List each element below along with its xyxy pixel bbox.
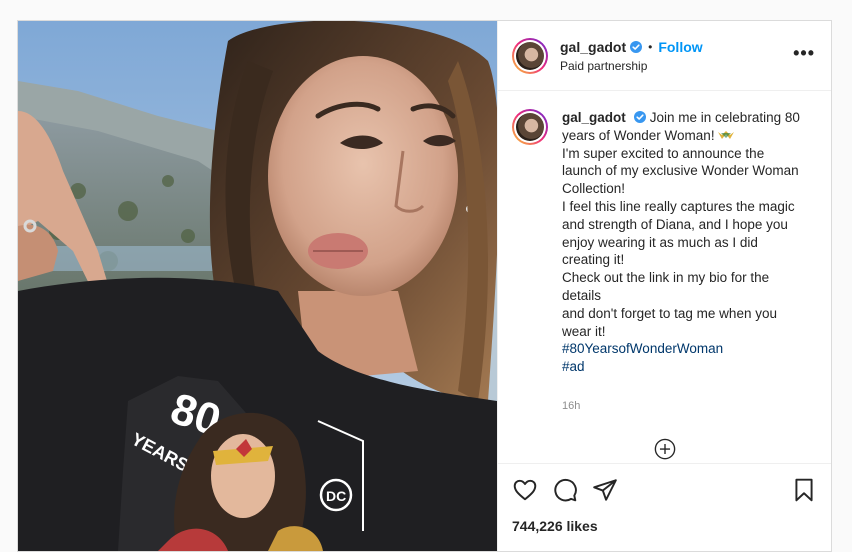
caption-avatar[interactable] (512, 109, 548, 145)
action-bar (498, 463, 831, 515)
caption-line: Join me in celebrating 80 (649, 110, 800, 125)
avatar-image (516, 41, 544, 70)
caption-line: years of Wonder Woman! (562, 127, 719, 143)
comment-icon[interactable] (552, 477, 578, 503)
post-header: gal_gadot • Follow Paid partnership ••• (498, 21, 831, 91)
caption-line: wear it! (562, 323, 606, 339)
instagram-post: 80 YEARS DC gal_gadot • Follow Paid part… (17, 20, 832, 552)
caption-line: details (562, 287, 602, 303)
hashtag-link[interactable]: #ad (562, 358, 812, 376)
paid-partnership-label[interactable]: Paid partnership (560, 59, 703, 73)
bookmark-icon[interactable] (791, 477, 817, 503)
hashtag-link[interactable]: #80YearsofWonderWoman (562, 340, 812, 358)
separator-dot: • (648, 39, 653, 54)
post-photo[interactable]: 80 YEARS DC (18, 21, 497, 551)
post-timestamp[interactable]: 16h (562, 398, 812, 416)
caption-line: Check out the link in my bio for the (562, 270, 770, 286)
likes-count[interactable]: 744,226 likes (498, 515, 831, 551)
avatar[interactable] (512, 37, 548, 74)
caption-line: and don't forget to tag me when you (562, 305, 777, 321)
caption-avatar-image (516, 113, 544, 141)
caption-line: creating it! (562, 252, 625, 268)
caption-line: Collection! (562, 181, 626, 197)
share-icon[interactable] (592, 477, 618, 503)
load-more-icon[interactable] (654, 438, 676, 460)
heart-icon[interactable] (512, 477, 538, 503)
follow-button[interactable]: Follow (658, 39, 702, 55)
caption-line: enjoy wearing it as much as I did (562, 234, 758, 250)
wonder-woman-emblem-icon (718, 130, 735, 139)
caption-line: I feel this line really captures the mag… (562, 198, 795, 214)
caption-username-link[interactable]: gal_gadot (562, 110, 626, 125)
selfie-image: 80 YEARS DC (18, 21, 497, 551)
verified-badge-icon (630, 40, 643, 53)
post-sidebar: gal_gadot • Follow Paid partnership ••• (497, 21, 831, 551)
caption-line: I'm super excited to announce the (562, 145, 765, 161)
verified-badge-icon (633, 111, 646, 123)
username-link[interactable]: gal_gadot (560, 39, 626, 55)
dc-logo: DC (326, 488, 346, 504)
caption-line: and strength of Diana, and I hope you (562, 216, 788, 232)
more-options-icon[interactable]: ••• (793, 44, 815, 64)
caption-text: gal_gadot Join me in celebrating 80 years… (562, 109, 812, 416)
caption-section: gal_gadot Join me in celebrating 80 years… (498, 91, 831, 463)
caption-line: launch of my exclusive Wonder Woman (562, 163, 799, 179)
